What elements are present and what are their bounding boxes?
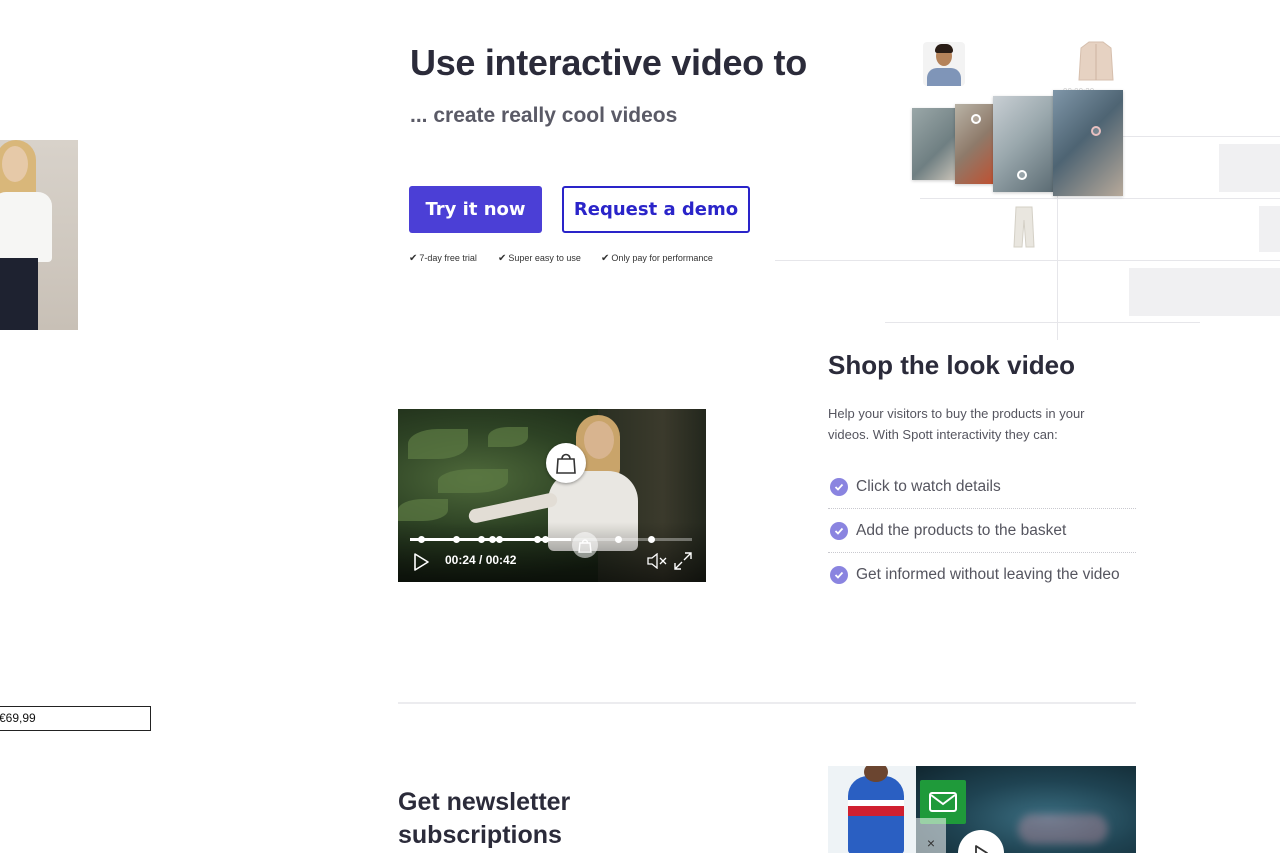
collage-block: [1259, 206, 1280, 252]
video-frame: [1053, 90, 1123, 196]
section-title: Shop the look video: [828, 350, 1076, 380]
perk-label: Only pay for performance: [611, 253, 713, 263]
collage-block: [1219, 144, 1280, 192]
chapter-marker[interactable]: [615, 536, 622, 543]
chapter-marker[interactable]: [648, 536, 655, 543]
play-icon: [975, 845, 988, 853]
video-time: 00:24 / 00:42: [445, 553, 517, 567]
avatar: [923, 42, 965, 86]
shopping-bag-button[interactable]: [546, 443, 586, 483]
product-image: [828, 766, 916, 853]
video-player[interactable]: 00:24 / 00:42: [398, 409, 706, 582]
chapter-marker[interactable]: [453, 536, 460, 543]
page-subtitle: ... create really cool videos: [410, 104, 678, 127]
play-icon[interactable]: [412, 552, 430, 572]
video-frame: [912, 108, 956, 180]
newsletter-video-preview[interactable]: ×: [828, 766, 1136, 853]
perk-performance: ✔ Only pay for performance: [601, 253, 713, 264]
perk-label: 7-day free trial: [419, 253, 477, 263]
perk-free-trial: ✔ 7-day free trial: [409, 253, 477, 264]
chapter-marker[interactable]: [542, 536, 549, 543]
check-circle-icon: [830, 566, 848, 584]
collage-line: [920, 198, 1280, 199]
feature-label: Click to watch details: [856, 477, 1001, 495]
fullscreen-icon[interactable]: [674, 552, 692, 570]
video-progress-bar[interactable]: [410, 536, 692, 543]
feature-item: Click to watch details: [828, 465, 1136, 509]
chapter-marker[interactable]: [534, 536, 541, 543]
progress-scrubber[interactable]: [572, 532, 598, 558]
collage-line: [885, 322, 1200, 323]
check-circle-icon: [830, 477, 848, 496]
collage-line: [775, 260, 1280, 261]
chapter-marker[interactable]: [418, 536, 425, 543]
close-icon[interactable]: ×: [916, 818, 946, 853]
perk-easy: ✔ Super easy to use: [498, 253, 581, 264]
check-circle-icon: [830, 521, 848, 540]
video-frame: [955, 104, 995, 184]
perk-label: Super easy to use: [508, 253, 581, 263]
try-it-now-button[interactable]: Try it now: [409, 186, 542, 233]
request-demo-button[interactable]: Request a demo: [562, 186, 750, 233]
chapter-marker[interactable]: [496, 536, 503, 543]
shopping-bag-icon: [556, 453, 576, 474]
feature-label: Add the products to the basket: [856, 521, 1067, 539]
feature-label: Get informed without leaving the video: [856, 566, 1120, 583]
chapter-marker[interactable]: [478, 536, 485, 543]
pants-icon: [1013, 206, 1035, 248]
section-title: Get newsletter subscriptions: [398, 788, 571, 849]
section-description: Help your visitors to buy the products i…: [828, 406, 1085, 442]
video-frame: [993, 96, 1055, 192]
page-title: Use interactive video to: [410, 42, 807, 83]
shopping-bag-icon: [578, 538, 592, 553]
collage-block: [1129, 268, 1280, 316]
check-icon: ✔: [498, 253, 507, 264]
hero-collage: 00:00:20: [775, 30, 1280, 340]
feature-item: Get informed without leaving the video: [828, 553, 1136, 597]
section-divider: [398, 702, 1136, 704]
check-icon: ✔: [409, 253, 418, 264]
product-photo-woman: [0, 140, 78, 330]
price-field[interactable]: €69,99: [0, 706, 151, 731]
mute-icon[interactable]: [647, 553, 667, 569]
chapter-marker[interactable]: [489, 536, 496, 543]
check-icon: ✔: [601, 253, 610, 264]
shirt-icon: [1078, 41, 1114, 81]
feature-item: Add the products to the basket: [828, 509, 1136, 553]
